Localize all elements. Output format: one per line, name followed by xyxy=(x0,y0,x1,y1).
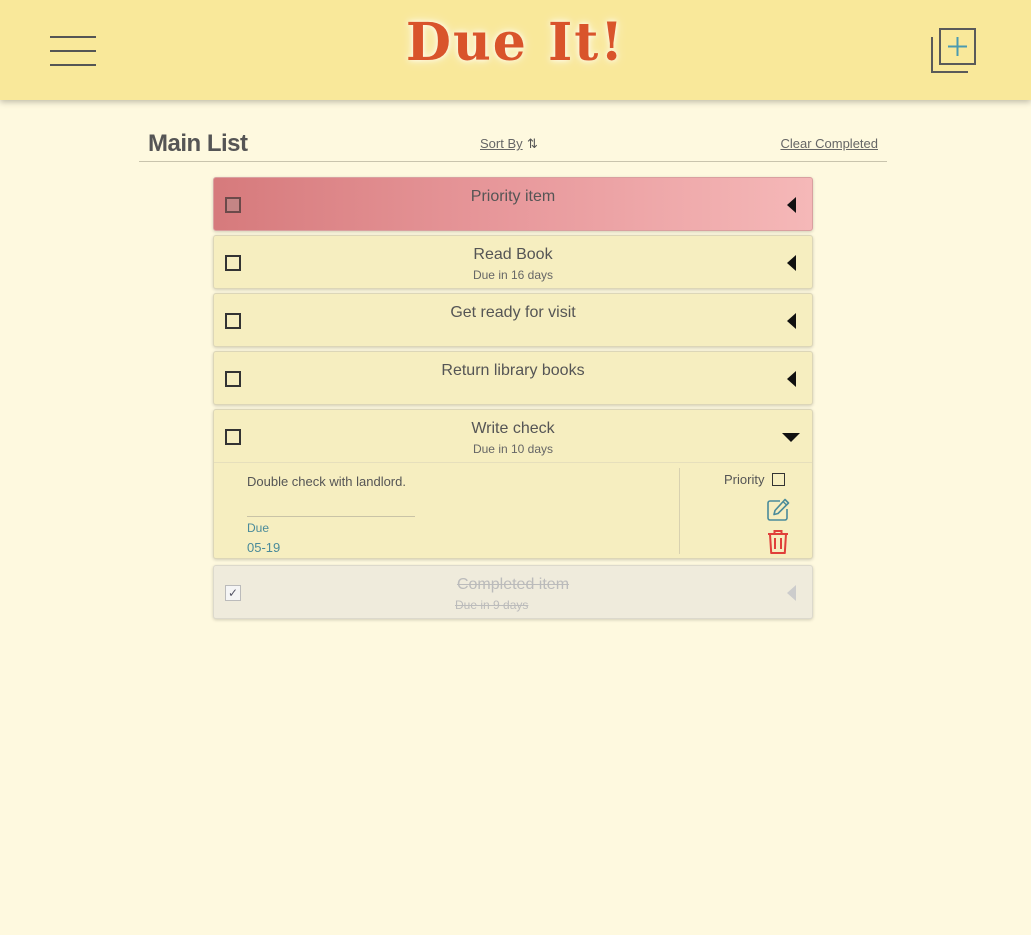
details-separator xyxy=(679,468,680,554)
item-title: Get ready for visit xyxy=(450,304,576,321)
list-item[interactable]: Priority item xyxy=(213,177,813,231)
priority-checkbox[interactable] xyxy=(772,473,785,486)
item-title: Priority item xyxy=(470,188,556,205)
expand-caret-icon[interactable] xyxy=(785,255,797,271)
add-list-icon[interactable] xyxy=(930,28,978,76)
expand-caret-icon[interactable] xyxy=(785,313,797,329)
clear-completed-button[interactable]: Clear Completed xyxy=(780,136,878,151)
item-due: Due in 9 days xyxy=(455,598,529,612)
item-title: Return library books xyxy=(441,362,585,379)
item-title: Read Book xyxy=(473,246,553,263)
notes-underline xyxy=(247,516,415,517)
list-title: Main List xyxy=(148,130,248,157)
list-item[interactable]: Read Book Due in 16 days xyxy=(213,235,813,289)
list-header: Main List Sort By ⇅ Clear Completed xyxy=(139,124,887,162)
expand-caret-icon[interactable] xyxy=(785,197,797,213)
item-title: Write check xyxy=(471,420,555,437)
due-label: Due xyxy=(247,521,270,535)
app-logo: Due It! xyxy=(405,12,626,73)
sort-icon[interactable]: ⇅ xyxy=(527,136,538,152)
list-item[interactable]: Get ready for visit xyxy=(213,293,813,347)
expand-caret-icon[interactable] xyxy=(785,585,797,601)
priority-label: Priority xyxy=(724,472,765,487)
item-notes[interactable]: Double check with landlord. xyxy=(247,474,406,489)
item-due: Due in 16 days xyxy=(472,268,554,282)
item-title: Completed item xyxy=(456,576,570,593)
list-item-expanded[interactable]: Write check Due in 10 days Double check … xyxy=(213,409,813,559)
due-date-value[interactable]: 05-19 xyxy=(247,540,280,555)
list-item[interactable]: Return library books xyxy=(213,351,813,405)
list-item-completed[interactable]: ✓ Completed item Due in 9 days xyxy=(213,565,813,619)
expand-caret-icon[interactable] xyxy=(785,371,797,387)
trash-icon[interactable] xyxy=(766,528,790,556)
collapse-caret-icon[interactable] xyxy=(782,433,800,442)
edit-icon[interactable] xyxy=(765,497,791,523)
app-header: Due It! xyxy=(0,0,1031,100)
sort-by-button[interactable]: Sort By xyxy=(480,136,523,151)
details-divider xyxy=(214,462,812,463)
item-due: Due in 10 days xyxy=(472,442,554,456)
